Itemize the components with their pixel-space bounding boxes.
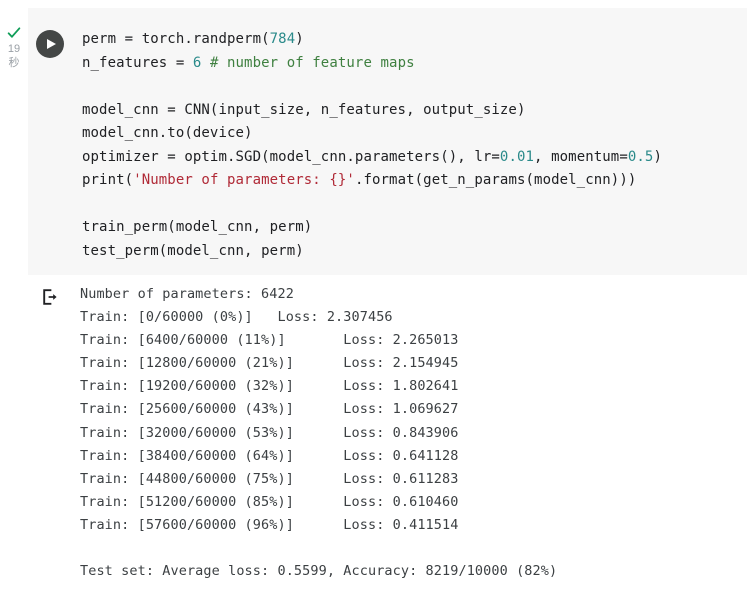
output-line: Train: [19200/60000 (32%)] Loss: 1.80264… [80,378,459,395]
output-line: Train: [57600/60000 (96%)] Loss: 0.41151… [80,516,459,533]
execution-time-value: 19 [7,43,21,55]
code-cell[interactable]: perm = torch.randperm(784) n_features = 6… [28,8,747,275]
code-token: n_features = [82,54,193,71]
execution-time-unit: 秒 [8,56,20,69]
output-line: Train: [51200/60000 (85%)] Loss: 0.61046… [80,493,459,510]
notebook-cell-container: 19 秒 perm = torch.randperm(784) n_feature… [0,0,747,590]
output-arrow-icon [41,288,59,306]
code-line: print('Number of parameters: {}'.format(… [82,169,747,193]
code-token: .format(get_n_params(model_cnn))) [354,172,637,188]
output-line: Test set: Average loss: 0.5599, Accuracy… [80,563,558,580]
output-line: Train: [38400/60000 (64%)] Loss: 0.64112… [80,447,459,464]
play-icon[interactable] [36,30,64,58]
play-triangle [47,39,56,49]
code-token: print( [82,172,134,188]
output-line: Number of parameters: 6422 [80,286,294,302]
check-icon [7,26,21,40]
code-line: n_features = 6 # number of feature maps [82,52,747,76]
output-line: Train: [32000/60000 (53%)] Loss: 0.84390… [80,424,459,441]
code-token: model_cnn.to(device) [82,125,253,141]
output-line: Train: [12800/60000 (21%)] Loss: 2.15494… [80,355,459,372]
output-line: Train: [0/60000 (0%)] Loss: 2.307456 [80,309,393,326]
code-token: 0.01 [499,148,535,165]
code-editor[interactable]: perm = torch.randperm(784) n_features = 6… [82,28,747,263]
code-token: # number of feature maps [209,54,415,71]
code-token: 784 [269,31,296,47]
code-line: model_cnn.to(device) [82,122,747,146]
code-line: perm = torch.randperm(784) [82,28,747,52]
output-line: Train: [44800/60000 (75%)] Loss: 0.61128… [80,470,459,487]
code-token: ) [653,148,662,165]
output-line: Train: [25600/60000 (43%)] Loss: 1.06962… [80,401,459,418]
code-token: ) [295,31,304,47]
output-blank-line [80,537,747,560]
code-token: optimizer = optim.SGD(model_cnn.paramete… [82,148,500,165]
execution-status-gutter: 19 秒 [0,0,28,275]
output-line: Train: [6400/60000 (11%)] Loss: 2.265013 [80,332,459,349]
code-line: model_cnn = CNN(input_size, n_features, … [82,99,747,123]
code-line: optimizer = optim.SGD(model_cnn.paramete… [82,146,747,170]
code-token: 0.5 [627,148,654,165]
code-line: test_perm(model_cnn, perm) [82,240,747,264]
code-token: test_perm(model_cnn, perm) [82,242,304,259]
code-token: , momentum= [534,148,628,165]
code-token: perm = torch.randperm( [82,31,270,47]
code-token: train_perm(model_cnn, perm) [82,219,313,235]
code-line: train_perm(model_cnn, perm) [82,216,747,240]
code-token: 'Number of parameters: {}' [133,172,355,188]
output-stream-text: Number of parameters: 6422 Train: [0/6000… [80,283,747,583]
code-token: model_cnn = CNN(input_size, n_features, … [82,101,526,118]
